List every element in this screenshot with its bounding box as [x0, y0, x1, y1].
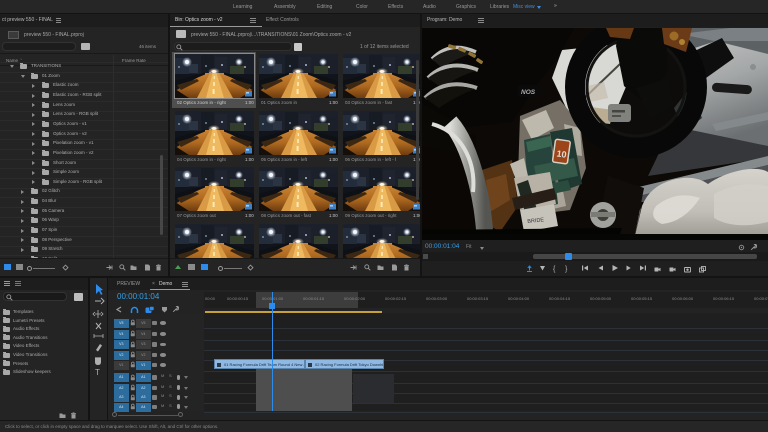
svg-text:{: { — [553, 266, 556, 273]
svg-text:T: T — [95, 368, 100, 377]
svg-text:}: } — [565, 266, 568, 273]
